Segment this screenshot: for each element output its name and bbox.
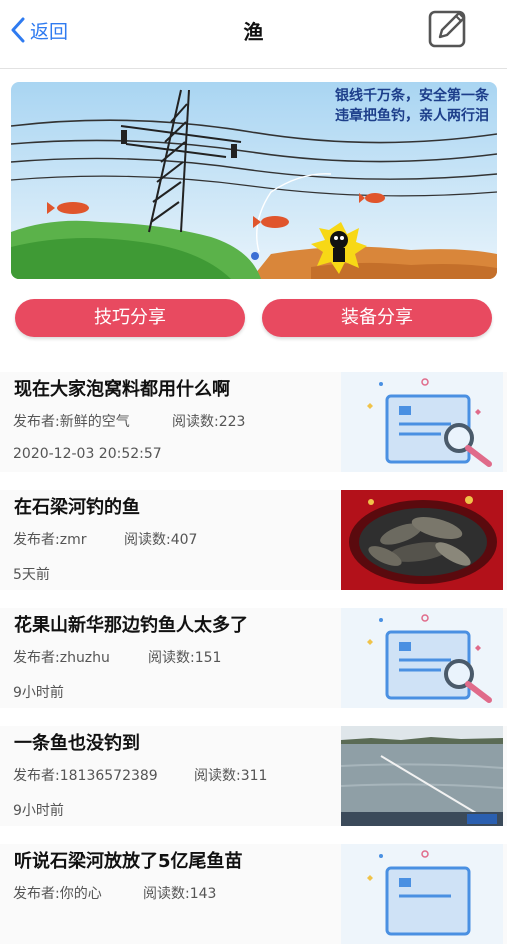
post-thumbnail [341,726,503,826]
post-title: 在石梁河钓的鱼 [14,497,140,518]
post-title: 现在大家泡窝料都用什么啊 [14,379,230,400]
post-time: 9小时前 [13,685,64,701]
post-item[interactable]: 花果山新华那边钓鱼人太多了 发布者:zhuzhu 阅读数:151 9小时前 [0,608,507,708]
document-search-icon [341,844,503,944]
fish-catch-photo [341,490,503,590]
post-title: 一条鱼也没钓到 [14,733,140,754]
river-fishing-photo [341,726,503,826]
banner-image[interactable]: 银线千万条，安全第一条 违章把鱼钓，亲人两行泪 [11,82,497,279]
post-thumbnail [341,372,503,472]
post-item[interactable]: 现在大家泡窝料都用什么啊 发布者:新鲜的空气 阅读数:223 2020-12-0… [0,372,507,472]
post-time: 5天前 [13,567,50,583]
banner-caption-line2: 违章把鱼钓，亲人两行泪 [335,108,489,124]
post-item[interactable]: 听说石梁河放放了5亿尾鱼苗 发布者:你的心 阅读数:143 [0,844,507,944]
post-thumbnail [341,608,503,708]
post-read-count: 阅读数:143 [143,886,217,902]
post-author: 发布者:你的心 [13,886,102,902]
post-thumbnail [341,844,503,944]
post-author: 发布者:18136572389 [13,768,158,784]
post-author: 发布者:zhuzhu [13,650,110,666]
post-read-count: 阅读数:223 [172,414,246,430]
post-read-count: 阅读数:151 [148,650,222,666]
edit-icon [428,10,466,48]
post-read-count: 阅读数:407 [124,532,198,548]
post-title: 听说石梁河放放了5亿尾鱼苗 [14,851,243,872]
banner-caption-line1: 银线千万条，安全第一条 [335,88,489,104]
post-author: 发布者:新鲜的空气 [13,414,130,430]
document-search-icon [341,372,503,472]
post-read-count: 阅读数:311 [194,768,268,784]
edit-button[interactable] [426,7,470,51]
navigation-bar: 返回 渔 [0,0,507,69]
document-search-icon [341,608,503,708]
post-item[interactable]: 一条鱼也没钓到 发布者:18136572389 阅读数:311 9小时前 [0,726,507,826]
tips-share-button[interactable]: 技巧分享 [15,299,245,337]
post-time: 2020-12-03 20:52:57 [13,446,162,462]
post-time: 9小时前 [13,803,64,819]
banner-caption: 银线千万条，安全第一条 违章把鱼钓，亲人两行泪 [335,86,489,126]
post-item[interactable]: 在石梁河钓的鱼 发布者:zmr 阅读数:407 5天前 [0,490,507,590]
gear-share-button[interactable]: 装备分享 [262,299,492,337]
post-author: 发布者:zmr [13,532,87,548]
post-thumbnail [341,490,503,590]
post-title: 花果山新华那边钓鱼人太多了 [14,615,248,636]
